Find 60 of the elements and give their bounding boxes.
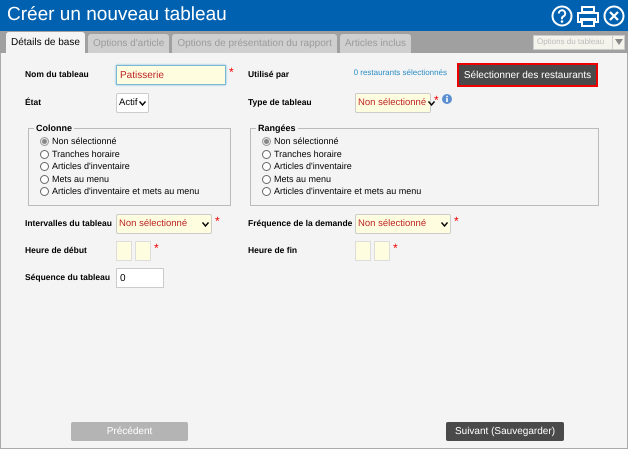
radio-label: Tranches horaire	[52, 148, 120, 160]
radio-label: Articles d'inventaire et mets au menu	[52, 185, 200, 198]
required-mark: *	[434, 93, 439, 107]
radio-button[interactable]	[262, 174, 271, 184]
radio-label: Articles d'inventaire et mets au menu	[274, 185, 422, 198]
required-mark: *	[215, 214, 220, 228]
chevron-icon	[139, 100, 146, 106]
radio-label: Articles d'inventaire	[52, 160, 130, 173]
required-mark: *	[154, 241, 159, 255]
field-label: Séquence du tableau	[25, 271, 112, 284]
hour-field[interactable]	[355, 241, 371, 261]
required-mark: *	[393, 241, 398, 255]
radio-button[interactable]	[40, 162, 49, 172]
radio-button[interactable]	[40, 150, 49, 159]
select-restaurants-button[interactable]: Sélectionner des restaurants	[457, 63, 598, 87]
field-label: Intervalles du tableau	[25, 217, 113, 230]
number-field[interactable]: 0	[116, 268, 164, 288]
radio-label: Mets au menu	[274, 172, 332, 186]
radio-label: Non sélectionné	[274, 135, 339, 148]
caret-icon	[614, 39, 622, 45]
print-icon[interactable]	[576, 4, 600, 26]
chevron-icon	[428, 100, 436, 106]
close-icon[interactable]	[603, 4, 625, 26]
window-title: Créer un nouveau tableau	[7, 3, 228, 28]
dropdown[interactable]: Actif	[116, 93, 150, 113]
chevron-icon	[202, 222, 209, 226]
field-label: Type de tableau	[248, 96, 313, 109]
dropdown[interactable]: Non sélectionné	[116, 214, 212, 234]
text-field[interactable]: Patisserie	[116, 65, 226, 85]
radio-button[interactable]	[262, 187, 271, 196]
help-icon[interactable]	[551, 4, 573, 26]
radio-label: Articles d'inventaire	[274, 160, 352, 173]
hour-field[interactable]	[116, 241, 132, 261]
chevron-icon	[441, 222, 448, 226]
radio-label: Tranches horaire	[274, 148, 342, 160]
field-label: État	[25, 96, 42, 109]
radio-button[interactable]	[262, 137, 271, 146]
required-mark: *	[229, 65, 234, 79]
next-save-button[interactable]: Suivant (Sauvegarder)	[446, 422, 564, 441]
dropdown[interactable]: Non sélectionné	[355, 214, 451, 234]
minute-field[interactable]	[374, 241, 390, 261]
tab[interactable]: Détails de base	[6, 32, 85, 53]
radio-button[interactable]	[40, 137, 49, 146]
restaurants-link[interactable]: 0 restaurants sélectionnés	[354, 65, 447, 79]
required-mark: *	[454, 214, 459, 228]
radio-button[interactable]	[40, 187, 49, 196]
group-legend: Colonne	[34, 122, 74, 136]
radio-label: Non sélectionné	[52, 135, 117, 148]
field-label: Heure de début	[25, 244, 88, 257]
field-label: Utilisé par	[248, 68, 290, 81]
radio-button[interactable]	[262, 150, 271, 159]
field-label: Heure de fin	[248, 244, 298, 257]
radio-button[interactable]	[262, 162, 271, 172]
radio-button[interactable]	[40, 174, 49, 184]
field-label: Fréquence de la demande	[248, 217, 354, 230]
minute-field[interactable]	[135, 241, 151, 261]
info-icon[interactable]	[442, 94, 452, 104]
radio-label: Mets au menu	[52, 172, 110, 186]
field-label: Nom du tableau	[25, 68, 90, 81]
group-legend: Rangées	[256, 122, 298, 136]
